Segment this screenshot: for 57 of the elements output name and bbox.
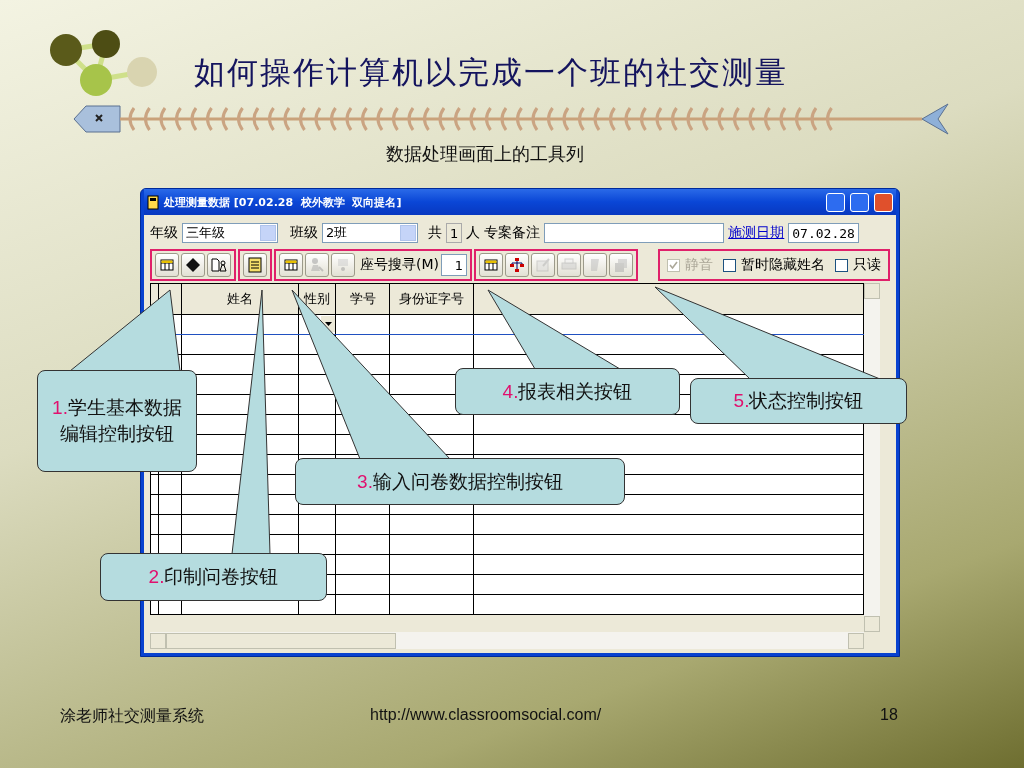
column-header: 姓名 bbox=[181, 283, 299, 315]
export-icon bbox=[535, 257, 551, 273]
field-label: 共 bbox=[428, 224, 442, 242]
slide-title: 如何操作计算机以完成一个班的社交测量 bbox=[194, 53, 788, 92]
doc-icon bbox=[211, 257, 227, 273]
tree-icon bbox=[509, 257, 525, 273]
footer-url: http://www.classroomsocial.com/ bbox=[370, 706, 603, 725]
scroll-right-button[interactable] bbox=[848, 632, 864, 649]
date-link[interactable]: 施测日期 bbox=[728, 224, 785, 242]
field-label: 班级 bbox=[290, 224, 318, 242]
dropdown[interactable]: 2班 bbox=[322, 223, 418, 243]
slide-subtitle: 数据处理画面上的工具列 bbox=[386, 142, 584, 166]
calculator-icon bbox=[147, 194, 159, 210]
checkbox[interactable]: 只读 bbox=[835, 256, 881, 274]
toolbar-button[interactable] bbox=[155, 253, 179, 277]
diamond-icon bbox=[185, 257, 201, 273]
minimize-button[interactable] bbox=[826, 192, 845, 212]
list-icon bbox=[247, 257, 263, 273]
check-icon bbox=[669, 260, 678, 270]
column-header: 身份证字号 bbox=[389, 283, 474, 315]
grid-icon bbox=[159, 257, 175, 273]
file-icon bbox=[335, 257, 351, 273]
scroll-thumb[interactable] bbox=[166, 632, 396, 649]
callout: 5.状态控制按钮 bbox=[690, 378, 907, 424]
column-header: 学号 bbox=[335, 283, 390, 315]
maximize-button[interactable] bbox=[850, 192, 869, 212]
toolbar-button[interactable] bbox=[207, 253, 231, 277]
dropdown[interactable]: 三年级 bbox=[182, 223, 278, 243]
scroll-left-button[interactable] bbox=[150, 632, 166, 649]
field-label: 人 bbox=[466, 224, 481, 242]
grid-icon bbox=[283, 257, 299, 273]
toolbar-button[interactable] bbox=[479, 253, 503, 277]
count-field: 1 bbox=[446, 223, 463, 243]
search-label: 座号搜寻(M) bbox=[360, 256, 439, 274]
note-field[interactable] bbox=[544, 223, 725, 243]
printer-icon bbox=[561, 257, 577, 273]
window-title: 处理测量数据 [07.02.28 校外教学 双向提名] bbox=[164, 194, 403, 210]
date-field[interactable]: 07.02.28 bbox=[788, 223, 859, 243]
callout: 2.印制问卷按钮 bbox=[100, 553, 327, 601]
grid-icon bbox=[483, 257, 499, 273]
field-label: 专案备注 bbox=[484, 224, 541, 242]
callout: 4.报表相关按钮 bbox=[455, 368, 680, 415]
seat-number-field[interactable]: 1 bbox=[441, 254, 467, 276]
callout: 3.输入问卷数据控制按钮 bbox=[295, 458, 625, 505]
copy-icon bbox=[613, 257, 629, 273]
scroll-down-button[interactable] bbox=[864, 616, 880, 632]
toolbar-button[interactable] bbox=[181, 253, 205, 277]
callout: 1.学生基本数据编辑控制按钮 bbox=[37, 370, 197, 472]
footer-text: 涂老师社交测量系统 bbox=[60, 706, 205, 726]
field-label: 年级 bbox=[150, 224, 178, 242]
person-icon bbox=[309, 257, 325, 273]
toolbar-button[interactable] bbox=[279, 253, 303, 277]
horizontal-scrollbar[interactable] bbox=[150, 632, 864, 649]
checkbox[interactable]: 暂时隐藏姓名 bbox=[723, 256, 825, 274]
scroll-up-button[interactable] bbox=[864, 283, 880, 299]
close-button[interactable] bbox=[874, 192, 893, 212]
page-number: 18 bbox=[880, 706, 898, 725]
